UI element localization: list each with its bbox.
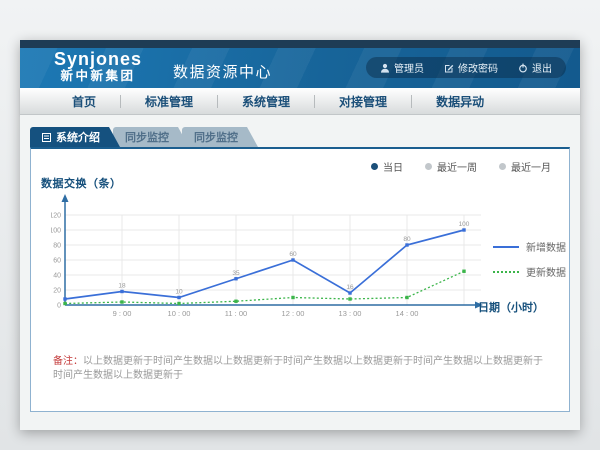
- edit-icon: [444, 63, 454, 73]
- logo-subtitle: 新中新集团: [54, 68, 142, 85]
- svg-text:100: 100: [459, 221, 470, 228]
- tab-2[interactable]: 同步监控: [113, 127, 189, 147]
- filter-option-2[interactable]: 最近一周: [425, 159, 477, 174]
- footnote-text: 以上数据更新于时间产生数据以上数据更新于时间产生数据以上数据更新于时间产生数据以…: [53, 356, 543, 381]
- radio-dot-icon: [425, 163, 432, 170]
- svg-text:12 : 00: 12 : 00: [282, 309, 305, 318]
- legend-label: 更新数据: [526, 264, 566, 279]
- svg-text:60: 60: [289, 251, 297, 258]
- date-range-filters: 当日 最近一周 最近一月: [371, 159, 551, 174]
- content-area: 系统介绍 同步监控 同步监控 当日 最近一周 最近一月 数据交换（条） 0 20 40 60 8…: [20, 115, 580, 430]
- svg-text:11 : 00: 11 : 00: [225, 309, 247, 318]
- user-menu: 管理员 修改密码 退出: [366, 57, 566, 78]
- filter-label: 最近一周: [437, 159, 477, 174]
- nav-item-4[interactable]: 对接管理: [315, 93, 411, 110]
- svg-text:40: 40: [53, 273, 61, 280]
- document-icon: [42, 133, 51, 142]
- svg-text:60: 60: [53, 258, 61, 265]
- chart-y-axis-title: 数据交换（条）: [41, 175, 122, 191]
- footnote: 备注：以上数据更新于时间产生数据以上数据更新于时间产生数据以上数据更新于时间产生…: [53, 355, 551, 383]
- tab-label: 同步监控: [125, 129, 169, 145]
- tab-1[interactable]: 系统介绍: [30, 127, 120, 147]
- legend-item-2: 更新数据: [493, 264, 566, 279]
- nav-item-1[interactable]: 首页: [48, 93, 120, 110]
- svg-text:10: 10: [175, 289, 183, 296]
- radio-dot-icon: [499, 163, 506, 170]
- svg-text:120: 120: [51, 213, 61, 220]
- main-navigation: 首页标准管理系统管理对接管理数据异动: [20, 88, 580, 115]
- svg-text:14 : 00: 14 : 00: [396, 309, 419, 318]
- logo-title: Synjones: [54, 51, 142, 68]
- legend-line-sample: [493, 246, 519, 248]
- page-title: 数据资源中心: [173, 61, 272, 82]
- admin-user-label: 管理员: [394, 60, 424, 75]
- nav-item-3[interactable]: 系统管理: [218, 93, 314, 110]
- svg-text:10 : 00: 10 : 00: [168, 309, 191, 318]
- svg-text:16: 16: [346, 284, 354, 291]
- filter-option-3[interactable]: 最近一月: [499, 159, 551, 174]
- legend-label: 新增数据: [526, 239, 566, 254]
- tab-label: 系统介绍: [56, 129, 100, 145]
- tab-bar: 系统介绍 同步监控 同步监控: [30, 127, 580, 147]
- change-password-label: 修改密码: [458, 60, 498, 75]
- admin-user-button[interactable]: 管理员: [370, 60, 434, 75]
- company-logo: Synjones 新中新集团: [54, 51, 142, 85]
- chart-panel: 当日 最近一周 最近一月 数据交换（条） 0 20 40 60 80 100 120 9 : 00…: [30, 147, 570, 412]
- power-icon: [518, 63, 528, 73]
- svg-text:35: 35: [232, 270, 240, 277]
- legend-item-1: 新增数据: [493, 239, 566, 254]
- chart-x-axis-title: 日期（小时）: [478, 299, 544, 315]
- top-strip: [20, 40, 580, 48]
- svg-text:20: 20: [53, 288, 61, 295]
- nav-item-5[interactable]: 数据异动: [412, 93, 508, 110]
- svg-text:13 : 00: 13 : 00: [339, 309, 362, 318]
- logout-button[interactable]: 退出: [508, 60, 562, 75]
- filter-label: 最近一月: [511, 159, 551, 174]
- nav-item-2[interactable]: 标准管理: [121, 93, 217, 110]
- app-window: Synjones 新中新集团 数据资源中心 管理员 修改密码 退出: [20, 40, 580, 430]
- svg-text:80: 80: [403, 236, 411, 243]
- footnote-label: 备注：: [53, 356, 83, 367]
- change-password-button[interactable]: 修改密码: [434, 60, 508, 75]
- filter-label: 当日: [383, 159, 403, 174]
- tab-3[interactable]: 同步监控: [182, 127, 258, 147]
- svg-text:100: 100: [51, 228, 61, 235]
- app-header: Synjones 新中新集团 数据资源中心 管理员 修改密码 退出: [20, 48, 580, 88]
- tab-label: 同步监控: [194, 129, 238, 145]
- svg-text:80: 80: [53, 243, 61, 250]
- svg-text:0: 0: [57, 303, 61, 310]
- user-icon: [380, 63, 390, 73]
- svg-text:9 : 00: 9 : 00: [113, 309, 132, 318]
- line-chart: 0 20 40 60 80 100 120 9 : 00 10 : 00 11 : 00 12 : …: [51, 193, 511, 323]
- filter-option-1[interactable]: 当日: [371, 159, 403, 174]
- svg-text:18: 18: [118, 283, 126, 290]
- legend-line-sample: [493, 271, 519, 273]
- chart-legend: 新增数据更新数据: [493, 239, 566, 289]
- logout-label: 退出: [532, 60, 552, 75]
- radio-dot-icon: [371, 163, 378, 170]
